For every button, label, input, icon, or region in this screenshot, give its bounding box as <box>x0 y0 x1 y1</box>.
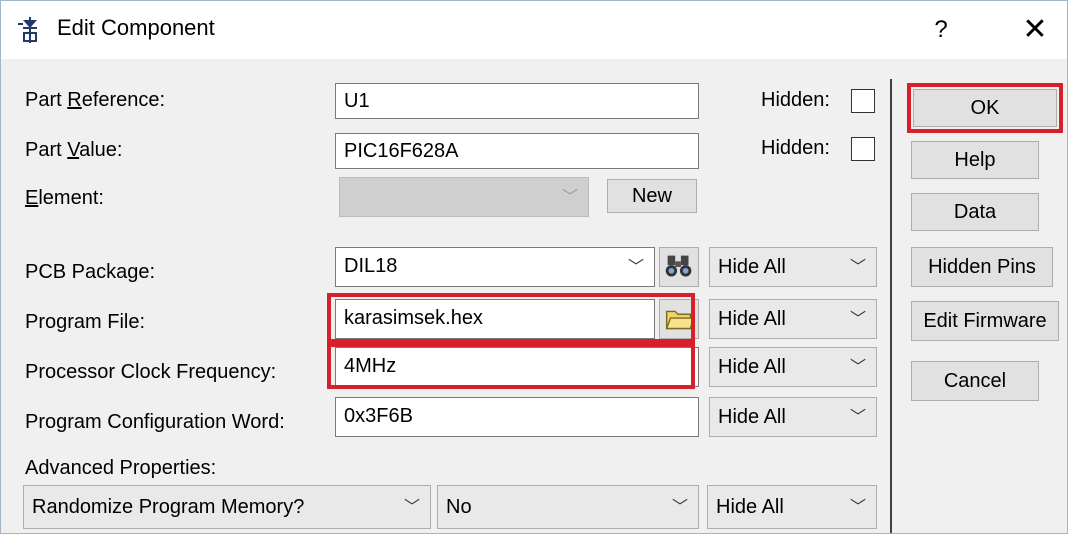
program-file-input[interactable]: karasimsek.hex <box>335 299 655 339</box>
part-value-label: Part Value: <box>25 139 123 161</box>
data-button[interactable]: Data <box>911 193 1039 231</box>
advanced-property-select[interactable]: Randomize Program Memory? ﹀ <box>23 485 431 529</box>
folder-glyph <box>665 310 695 330</box>
title-bar: Edit Component ? ✕ <box>1 1 1067 59</box>
element-select[interactable]: ﹀ <box>339 177 589 217</box>
chevron-down-icon: ﹀ <box>627 259 644 276</box>
chevron-down-icon: ﹀ <box>849 259 866 276</box>
chevron-down-icon: ﹀ <box>671 499 688 516</box>
new-element-button[interactable]: New <box>607 179 697 213</box>
chevron-down-icon: ﹀ <box>849 311 866 328</box>
part-reference-hidden-checkbox[interactable] <box>851 89 875 113</box>
ok-button[interactable]: OK <box>913 89 1057 127</box>
help-title-button[interactable]: ? <box>921 11 961 49</box>
edit-component-dialog: Edit Component ? ✕ Part Reference: U1 Hi… <box>0 0 1068 534</box>
part-value-input[interactable]: PIC16F628A <box>335 133 699 169</box>
pcb-package-label: PCB Package: <box>25 261 156 283</box>
part-reference-hidden-label: Hidden: <box>761 89 830 111</box>
folder-icon[interactable] <box>659 299 699 339</box>
part-value-hidden-checkbox[interactable] <box>851 137 875 161</box>
dialog-body: Part Reference: U1 Hidden: Part Value: P… <box>1 59 1067 533</box>
help-button[interactable]: Help <box>911 141 1039 179</box>
config-word-label: Program Configuration Word: <box>25 411 285 433</box>
chevron-down-icon: ﹀ <box>403 499 420 516</box>
chevron-down-icon: ﹀ <box>849 499 866 516</box>
config-word-visibility-select[interactable]: Hide All ﹀ <box>709 397 877 437</box>
advanced-value-select[interactable]: No ﹀ <box>437 485 699 529</box>
config-word-input[interactable]: 0x3F6B <box>335 397 699 437</box>
chevron-down-icon: ﹀ <box>849 409 866 426</box>
advanced-properties-label: Advanced Properties: <box>25 457 217 479</box>
chevron-down-icon: ﹀ <box>849 359 866 376</box>
edit-firmware-button[interactable]: Edit Firmware <box>911 301 1059 341</box>
part-reference-input[interactable]: U1 <box>335 83 699 119</box>
part-value-hidden-label: Hidden: <box>761 137 830 159</box>
element-label: Element: <box>25 187 104 209</box>
program-file-visibility-select[interactable]: Hide All ﹀ <box>709 299 877 339</box>
clock-frequency-input[interactable]: 4MHz <box>335 347 699 387</box>
binoculars-glyph <box>665 255 692 277</box>
clock-frequency-label: Processor Clock Frequency: <box>25 361 277 383</box>
cancel-button[interactable]: Cancel <box>911 361 1039 401</box>
chevron-down-icon: ﹀ <box>561 189 578 206</box>
program-file-label: Program File: <box>25 311 146 333</box>
clock-frequency-visibility-select[interactable]: Hide All ﹀ <box>709 347 877 387</box>
binoculars-icon[interactable] <box>659 247 699 287</box>
part-reference-label: Part Reference: <box>25 89 166 111</box>
button-column-separator <box>890 79 892 533</box>
window-title: Edit Component <box>57 15 215 40</box>
advanced-visibility-select[interactable]: Hide All ﹀ <box>707 485 877 529</box>
pcb-package-select[interactable]: DIL18 ﹀ <box>335 247 655 287</box>
close-button[interactable]: ✕ <box>1013 11 1057 49</box>
hidden-pins-button[interactable]: Hidden Pins <box>911 247 1053 287</box>
component-icon <box>18 17 37 43</box>
pcb-package-visibility-select[interactable]: Hide All ﹀ <box>709 247 877 287</box>
